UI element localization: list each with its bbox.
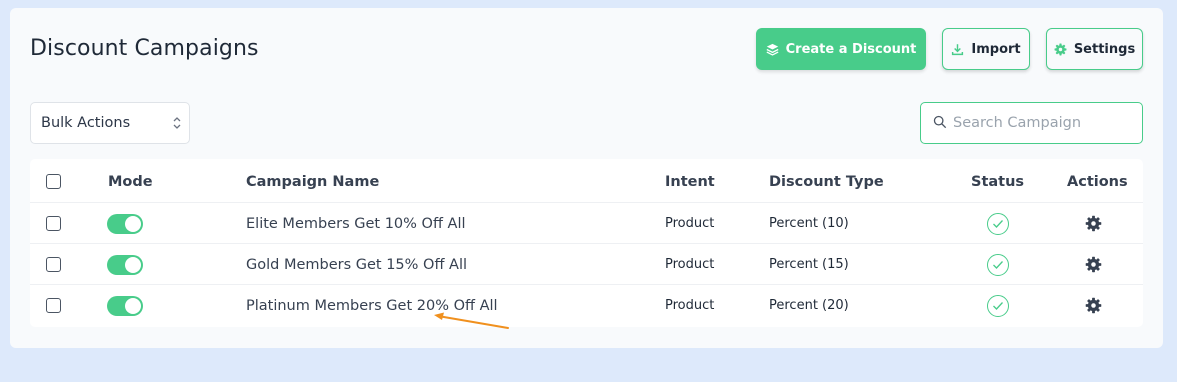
campaigns-panel: Discount Campaigns Create a Discount Imp… <box>10 8 1163 348</box>
campaign-discount-type: Percent (20) <box>769 298 849 313</box>
campaign-intent: Product <box>665 298 715 313</box>
search-input[interactable] <box>953 115 1133 131</box>
row-checkbox[interactable] <box>46 257 61 272</box>
campaign-intent: Product <box>665 216 715 231</box>
annotation-arrow-icon <box>434 312 509 329</box>
mode-toggle[interactable] <box>107 295 143 316</box>
row-settings-gear-icon[interactable] <box>1085 297 1102 314</box>
table-row: Gold Members Get 15% Off All Product Per… <box>30 243 1143 284</box>
toggle-knob <box>125 256 141 273</box>
campaigns-table: Mode Campaign Name Intent Discount Type … <box>30 159 1143 327</box>
campaign-name[interactable]: Elite Members Get 10% Off All <box>246 203 466 244</box>
table-header-row: Mode Campaign Name Intent Discount Type … <box>30 161 1143 202</box>
layers-icon <box>766 43 779 56</box>
column-header-intent[interactable]: Intent <box>665 161 715 202</box>
search-icon <box>933 114 947 133</box>
bulk-actions-value: Bulk Actions <box>41 115 131 131</box>
table-row: Elite Members Get 10% Off All Product Pe… <box>30 202 1143 243</box>
chevron-up-down-icon <box>172 115 182 135</box>
campaign-intent: Product <box>665 257 715 272</box>
settings-label: Settings <box>1073 41 1136 57</box>
settings-button[interactable]: Settings <box>1046 28 1143 70</box>
campaign-discount-type: Percent (10) <box>769 216 849 231</box>
column-header-discount-type[interactable]: Discount Type <box>769 161 884 202</box>
row-checkbox[interactable] <box>46 298 61 313</box>
bulk-actions-select[interactable]: Bulk Actions <box>30 102 190 144</box>
mode-toggle[interactable] <box>107 213 143 234</box>
column-header-status[interactable]: Status <box>971 161 1024 202</box>
row-checkbox[interactable] <box>46 216 61 231</box>
toggle-knob <box>125 297 141 314</box>
import-label: Import <box>971 41 1021 57</box>
check-circle-icon <box>987 294 1009 317</box>
row-settings-gear-icon[interactable] <box>1085 256 1102 273</box>
download-icon <box>951 43 964 56</box>
column-header-campaign-name[interactable]: Campaign Name <box>246 161 379 202</box>
import-button[interactable]: Import <box>942 28 1030 70</box>
campaign-discount-type: Percent (15) <box>769 257 849 272</box>
check-circle-icon <box>987 253 1009 276</box>
gear-icon <box>1054 43 1067 56</box>
check-circle-icon <box>987 212 1009 235</box>
create-discount-button[interactable]: Create a Discount <box>756 28 926 70</box>
toggle-knob <box>125 215 141 232</box>
mode-toggle[interactable] <box>107 254 143 275</box>
campaign-name[interactable]: Gold Members Get 15% Off All <box>246 244 467 285</box>
select-all-checkbox[interactable] <box>46 174 61 189</box>
column-header-mode[interactable]: Mode <box>108 161 153 202</box>
table-row: Platinum Members Get 20% Off All Product… <box>30 284 1143 325</box>
create-discount-label: Create a Discount <box>785 41 917 57</box>
column-header-actions: Actions <box>1067 173 1128 190</box>
page-title: Discount Campaigns <box>30 36 259 61</box>
row-settings-gear-icon[interactable] <box>1085 215 1102 232</box>
search-box <box>920 102 1143 144</box>
